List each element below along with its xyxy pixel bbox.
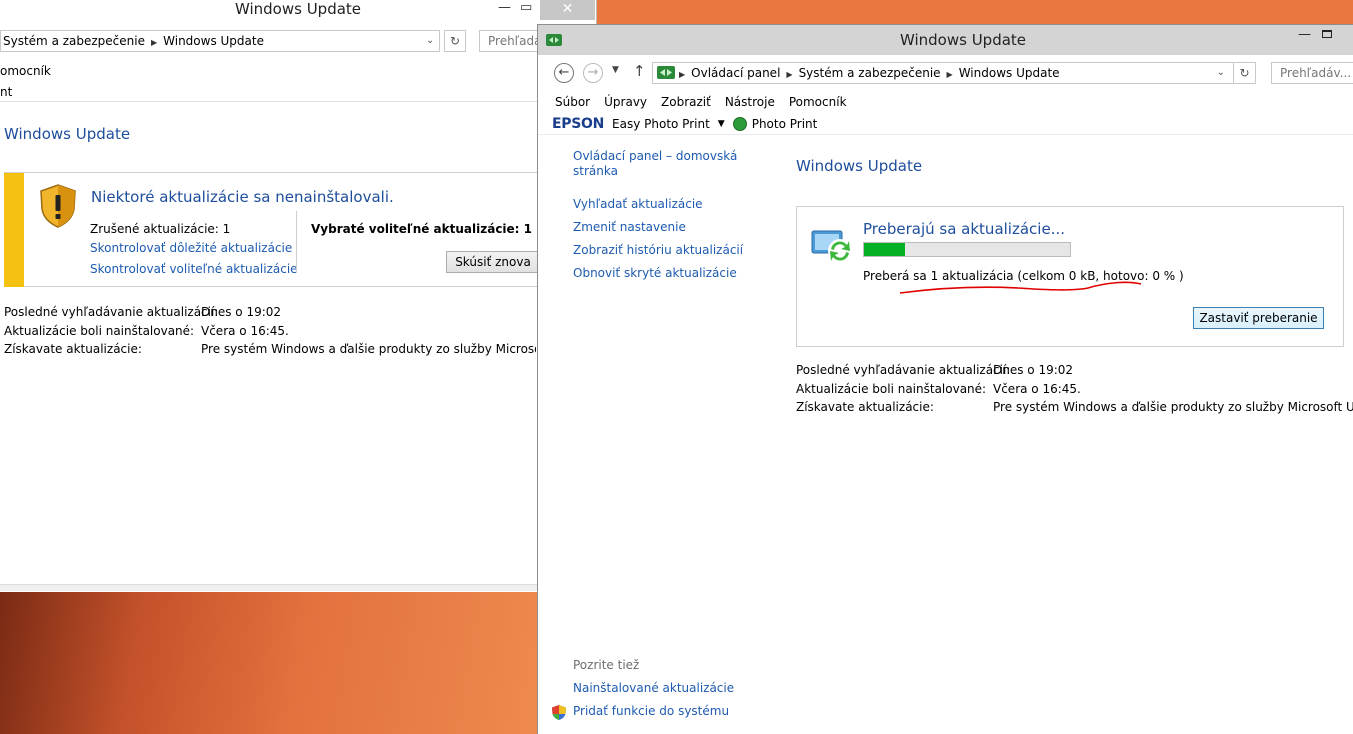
maximize-icon[interactable] xyxy=(1322,30,1332,38)
refresh-button[interactable]: ↻ xyxy=(444,30,466,52)
breadcrumb-windows-update[interactable]: Windows Update xyxy=(163,34,264,48)
refresh-icon: ↻ xyxy=(449,34,461,48)
menu-bar: Súbor Úpravy Zobraziť Nástroje Pomocník xyxy=(555,95,861,109)
info-key: Posledné vyhľadávanie aktualizácií: xyxy=(796,363,1011,377)
horizontal-scrollbar[interactable] xyxy=(0,584,540,591)
info-key: Aktualizácie boli nainštalované: xyxy=(796,381,987,396)
see-also-heading: Pozrite tiež xyxy=(573,658,640,672)
divider xyxy=(296,211,297,273)
info-key: Získavate aktualizácie: xyxy=(796,400,934,414)
page-title: Windows Update xyxy=(796,157,923,175)
search-input[interactable]: Prehľadáv... xyxy=(1271,62,1353,84)
desktop-background xyxy=(0,590,540,734)
breadcrumb-control-panel[interactable]: Ovládací panel xyxy=(691,66,780,80)
menu-help[interactable]: Pomocník xyxy=(789,95,847,109)
search-input[interactable]: Prehľadá xyxy=(479,30,542,52)
info-key: Získavate aktualizácie: xyxy=(4,342,142,356)
forward-button[interactable]: → xyxy=(583,63,603,83)
menu-tools[interactable]: Nástroje xyxy=(725,95,775,109)
windows-update-icon xyxy=(811,230,852,263)
installed-updates-link[interactable]: Nainštalované aktualizácie xyxy=(573,681,734,695)
refresh-button[interactable]: ↻ xyxy=(1234,62,1256,84)
sidebar-item-home-cont[interactable]: stránka xyxy=(573,164,618,178)
warning-bar xyxy=(4,173,24,287)
divider xyxy=(538,134,1353,135)
chevron-right-icon: ▶ xyxy=(679,70,686,79)
info-value: Včera o 16:45. xyxy=(201,323,289,338)
menu-view[interactable]: Zobraziť xyxy=(661,95,711,109)
info-key: Aktualizácie boli nainštalované: xyxy=(4,323,195,338)
panel-title: Niektoré aktualizácie sa nenainštalovali… xyxy=(91,188,394,206)
warning-shield-icon xyxy=(40,184,76,228)
navigation-bar: ← → ▼ ↑ ▶ Ovládací panel ▶ Systém a zabezpe… xyxy=(538,55,1353,93)
menu-edit[interactable]: Úpravy xyxy=(604,95,647,109)
close-icon: ✕ xyxy=(561,1,574,17)
sidebar-item-history[interactable]: Zobraziť históriu aktualizácií xyxy=(573,243,743,257)
address-bar[interactable]: Systém a zabezpečenie ▶ Windows Update ⌄ xyxy=(0,30,440,52)
info-value: Včera o 16:45. xyxy=(993,381,1081,396)
progress-bar xyxy=(863,242,1071,257)
breadcrumb-security[interactable]: Systém a zabezpečenie xyxy=(3,34,145,48)
toolbar-item[interactable]: nt xyxy=(0,85,12,99)
chevron-right-icon: ▶ xyxy=(150,38,158,47)
maximize-icon[interactable]: ▭ xyxy=(520,0,532,20)
address-bar[interactable]: ▶ Ovládací panel ▶ Systém a zabezpečenie ▶ Wi… xyxy=(652,62,1234,84)
refresh-icon: ↻ xyxy=(1239,66,1250,80)
back-window: Windows Update — ▭ ✕ Systém a zabezpečen… xyxy=(0,0,597,592)
chevron-down-icon[interactable]: ▼ xyxy=(718,119,725,129)
chevron-down-icon[interactable]: ⌄ xyxy=(1217,63,1225,83)
info-value: Pre systém Windows a ďalšie produkty zo … xyxy=(993,400,1353,414)
info-value: Dnes o 19:02 xyxy=(201,305,282,319)
info-value: Dnes o 19:02 xyxy=(993,363,1074,377)
front-window-title: Windows Update xyxy=(899,31,1027,49)
breadcrumb-windows-update[interactable]: Windows Update xyxy=(959,66,1060,80)
progress-bar-fill xyxy=(864,243,906,256)
status-panel: Niektoré aktualizácie sa nenainštalovali… xyxy=(4,172,540,287)
stop-download-button[interactable]: Zastaviť preberanie xyxy=(1193,307,1324,329)
info-key: Posledné vyhľadávanie aktualizácií: xyxy=(4,305,219,319)
sidebar-item-restore-hidden[interactable]: Obnoviť skryté aktualizácie xyxy=(573,266,737,280)
recent-locations-icon[interactable]: ▼ xyxy=(612,65,619,75)
divider xyxy=(0,101,540,102)
breadcrumb-security[interactable]: Systém a zabezpečenie xyxy=(799,66,941,80)
menu-file[interactable]: Súbor xyxy=(555,95,590,109)
cancelled-count: Zrušené aktualizácie: 1 xyxy=(90,222,231,236)
chevron-down-icon[interactable]: ⌄ xyxy=(426,31,434,51)
shield-icon xyxy=(552,705,566,720)
sidebar-item-change-settings[interactable]: Zmeniť nastavenie xyxy=(573,220,686,234)
page-title: Windows Update xyxy=(4,125,131,143)
close-button[interactable]: ✕ xyxy=(540,0,595,20)
chevron-right-icon: ▶ xyxy=(786,70,793,79)
menu-help[interactable]: omocník xyxy=(0,64,51,78)
epson-toolbar: EPSON Easy Photo Print ▼ Photo Print xyxy=(552,115,817,133)
front-window-titlebar[interactable]: Windows Update — xyxy=(538,25,1353,55)
easy-photo-print-button[interactable]: Easy Photo Print xyxy=(612,117,710,131)
sidebar-item-home[interactable]: Ovládací panel – domovská xyxy=(573,149,737,163)
minimize-icon[interactable]: — xyxy=(498,0,511,20)
front-window: Windows Update — ← → ▼ ↑ ▶ Ovládací panel… xyxy=(537,24,1353,734)
back-window-title: Windows Update xyxy=(234,0,362,18)
photo-print-button[interactable]: Photo Print xyxy=(752,117,818,131)
info-value: Pre systém Windows a ďalšie produkty zo … xyxy=(201,342,536,356)
sidebar-item-check-updates[interactable]: Vyhľadať aktualizácie xyxy=(573,197,703,211)
check-optional-link[interactable]: Skontrolovať voliteľné aktualizácie xyxy=(90,262,298,276)
retry-button[interactable]: Skúsiť znova xyxy=(446,251,540,273)
chevron-right-icon: ▶ xyxy=(946,70,953,79)
up-arrow-icon[interactable]: ↑ xyxy=(633,62,646,80)
control-panel-icon xyxy=(657,66,675,79)
minimize-icon[interactable]: — xyxy=(1298,27,1311,42)
selected-optional-count: Vybraté voliteľné aktualizácie: 1 xyxy=(311,222,533,236)
red-underline-annotation xyxy=(899,281,1142,294)
check-important-link[interactable]: Skontrolovať dôležité aktualizácie xyxy=(90,241,292,255)
arrow-left-icon: ← xyxy=(558,65,570,80)
epson-logo: EPSON xyxy=(552,116,605,132)
arrow-right-icon: → xyxy=(587,65,599,80)
back-window-titlebar[interactable]: Windows Update — ▭ ✕ xyxy=(0,0,596,22)
add-features-link[interactable]: Pridať funkcie do systému xyxy=(573,704,729,718)
back-button[interactable]: ← xyxy=(554,63,574,83)
photo-print-icon xyxy=(732,117,747,131)
download-title: Preberajú sa aktualizácie... xyxy=(863,220,1065,238)
